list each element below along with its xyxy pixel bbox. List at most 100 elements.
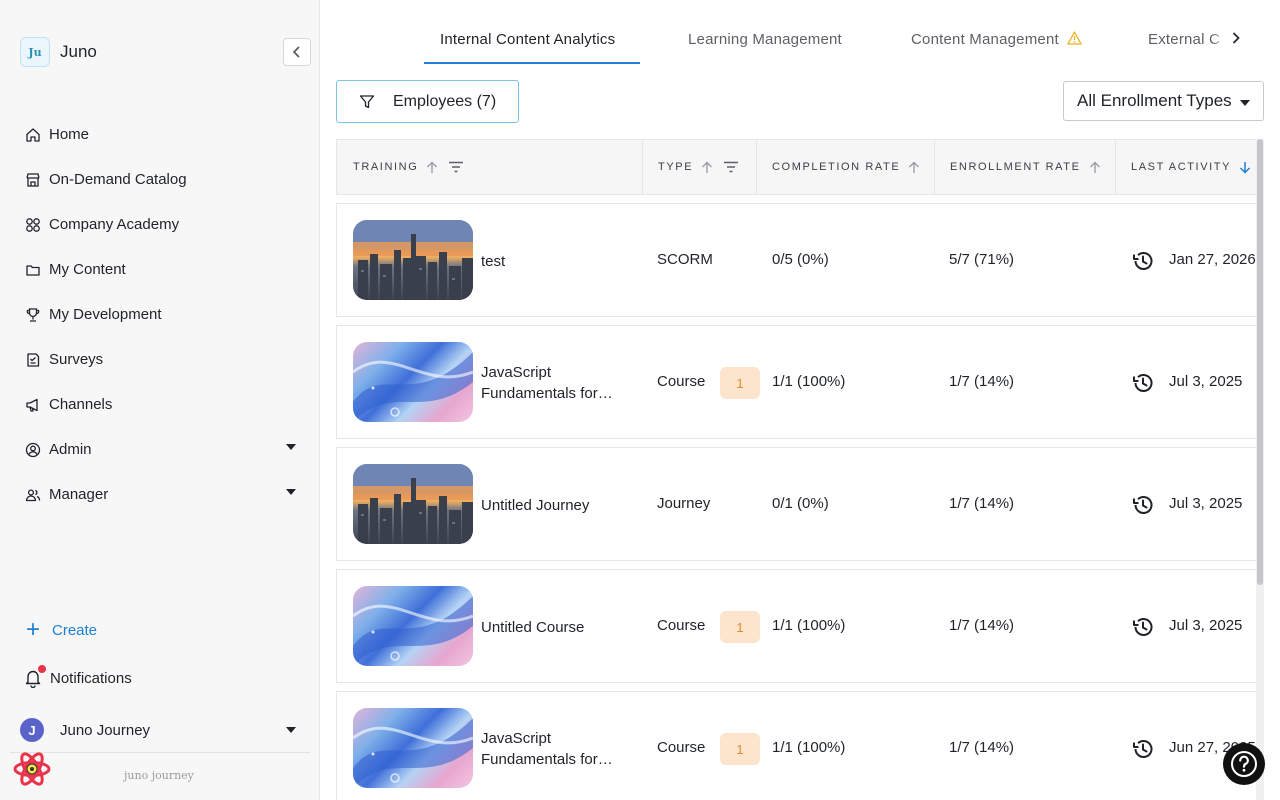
tabs-scroll-right-button[interactable] [1226,28,1246,48]
tab-internal-content-analytics[interactable]: Internal Content Analytics [440,31,615,48]
enrollment-rate: 1/7 (14%) [949,739,1015,756]
avatar: J [20,718,44,742]
sidebar-item-surveys[interactable]: Surveys [0,337,320,382]
column-label: Completion Rate [772,161,901,173]
enrollment-rate: 1/7 (14%) [949,495,1015,512]
column-divider [642,140,643,194]
home-icon [24,126,42,144]
completion-rate: 1/1 (100%) [772,373,846,390]
scrollbar-thumb[interactable] [1257,139,1263,585]
last-activity-date: Jan 27, 2026 [1169,251,1256,268]
training-thumbnail [353,342,473,422]
enrollment-rate: 5/7 (71%) [949,251,1015,268]
column-header-type: Type [658,140,739,194]
training-title[interactable]: Untitled Journey [481,495,631,516]
training-type: Course [657,739,706,756]
table-row[interactable]: Untitled Journey Journey 0/1 (0%) 1/7 (14%)… [336,447,1256,561]
notifications-button[interactable]: Notifications [24,665,132,688]
sidebar-nav: Home On-Demand Catalog Company Academy M… [0,112,320,517]
sidebar-item-company-academy[interactable]: Company Academy [0,202,320,247]
brand[interactable]: Ju Juno [20,37,97,67]
completion-rate: 1/1 (100%) [772,617,846,634]
column-filter-icon[interactable] [448,161,464,173]
history-icon[interactable] [1131,249,1155,273]
footer-brand: juno journey [124,769,194,782]
training-thumbnail [353,464,473,544]
collapse-sidebar-button[interactable] [283,38,311,66]
sidebar-item-my-development[interactable]: My Development [0,292,320,337]
enrollment-rate: 1/7 (14%) [949,617,1015,634]
column-header-last-activity: Last Activity [1131,140,1251,194]
completion-rate: 0/1 (0%) [772,495,829,512]
column-label: Training [353,161,419,173]
sidebar-item-label: Admin [49,441,92,458]
sort-up-icon[interactable] [908,161,920,174]
app-name: Juno [60,42,97,61]
sidebar-item-label: My Content [49,261,126,278]
sort-up-icon[interactable] [426,161,438,174]
user-circle-icon [24,441,42,459]
enrollment-rate: 1/7 (14%) [949,373,1015,390]
completion-rate: 0/5 (0%) [772,251,829,268]
bell-icon [24,665,46,688]
sidebar-item-channels[interactable]: Channels [0,382,320,427]
training-title[interactable]: test [481,251,631,272]
last-activity-date: Jul 3, 2025 [1169,617,1243,634]
sort-down-icon[interactable] [1239,161,1251,174]
user-name: Juno Journey [60,721,151,739]
column-divider [756,140,757,194]
sidebar-item-admin[interactable]: Admin [0,427,320,472]
trophy-icon [24,306,42,324]
tab-overflow-fade [1212,20,1226,56]
training-type: SCORM [657,251,713,268]
users-icon [24,486,42,504]
create-button[interactable]: + Create [24,618,97,642]
megaphone-icon [24,396,42,414]
help-button[interactable] [1223,743,1265,785]
completion-rate: 1/1 (100%) [772,739,846,756]
sidebar-item-my-content[interactable]: My Content [0,247,320,292]
training-title[interactable]: Untitled Course [481,617,631,638]
history-icon[interactable] [1131,615,1155,639]
column-divider [934,140,935,194]
history-icon[interactable] [1131,737,1155,761]
training-type: Course [657,373,706,390]
training-type: Journey [657,495,711,512]
sidebar-item-home[interactable]: Home [0,112,320,157]
active-tab-indicator [424,62,640,64]
training-title[interactable]: JavaScript Fundamentals for… [481,362,631,404]
employees-filter-button[interactable]: Employees (7) [336,80,519,123]
training-title[interactable]: JavaScript Fundamentals for… [481,728,631,770]
tab-content-management[interactable]: Content Management [911,31,1082,48]
sidebar-item-label: Manager [49,486,109,503]
table-row[interactable]: JavaScript Fundamentals for… Course 1 1/1 (… [336,325,1256,439]
table-row[interactable]: JavaScript Fundamentals for… Course 1 1/1 (… [336,691,1256,800]
history-icon[interactable] [1131,493,1155,517]
enrollment-type-value: All Enrollment Types [1077,91,1232,110]
survey-icon [24,351,42,369]
chevron-down-icon [1240,100,1250,106]
training-thumbnail [353,708,473,788]
history-icon[interactable] [1131,371,1155,395]
table-row[interactable]: Untitled Course Course 1 1/1 (100%) 1/7 (14%… [336,569,1256,683]
sidebar-item-label: Channels [49,396,113,413]
column-filter-icon[interactable] [723,161,739,173]
sidebar-item-manager[interactable]: Manager [0,472,320,517]
table-header: Training Type Completion Rate Enrollment… [336,139,1256,195]
react-devtools-icon[interactable] [12,749,52,789]
tab-external[interactable]: External C [1148,31,1220,48]
enrollment-type-select[interactable]: All Enrollment Types [1063,81,1264,121]
table-row[interactable]: test SCORM 0/5 (0%) 5/7 (71%) Jan 27, 2026 [336,203,1256,317]
user-menu[interactable]: J Juno Journey [20,718,300,742]
chevron-right-icon [1232,32,1240,44]
sort-up-icon[interactable] [1089,161,1101,174]
count-badge: 1 [720,611,760,643]
tab-learning-management[interactable]: Learning Management [688,31,842,48]
last-activity-date: Jul 3, 2025 [1169,373,1243,390]
count-badge: 1 [720,733,760,765]
grid-icon [24,216,42,234]
chevron-down-icon [286,444,296,450]
count-badge: 1 [720,367,760,399]
sort-up-icon[interactable] [701,161,713,174]
sidebar-item-on-demand-catalog[interactable]: On-Demand Catalog [0,157,320,202]
